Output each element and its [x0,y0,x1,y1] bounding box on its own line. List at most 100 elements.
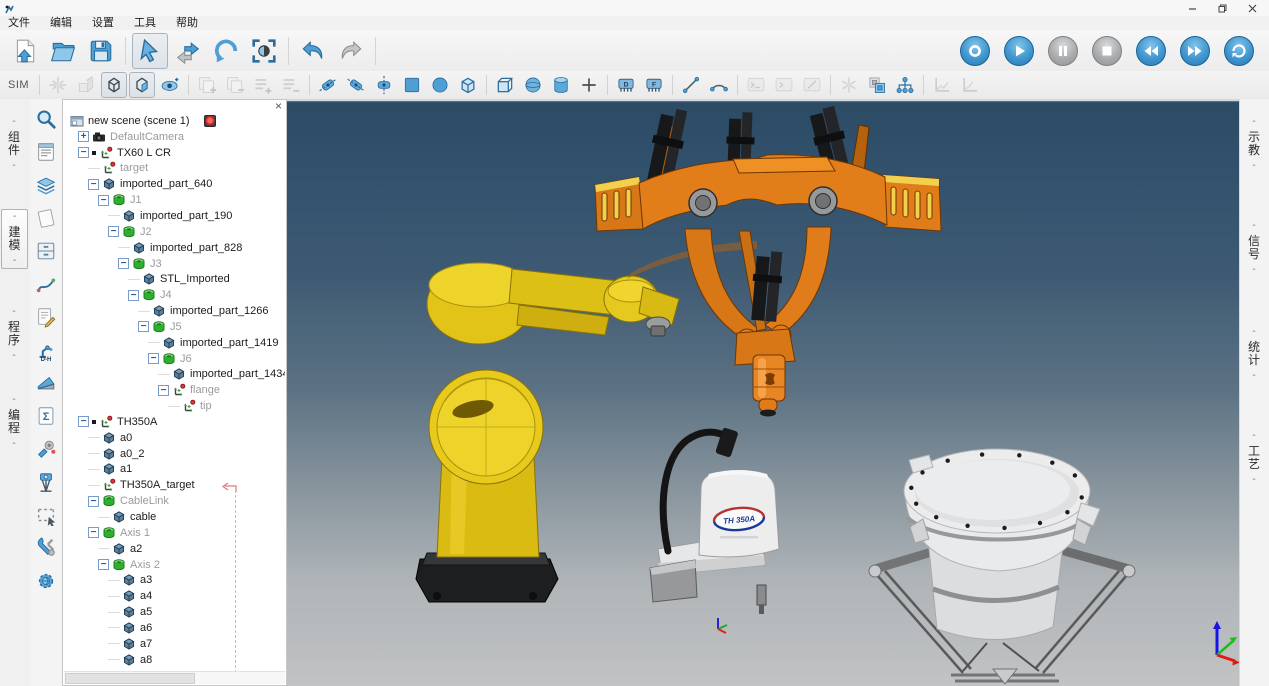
sheet-button[interactable] [34,206,58,230]
tree-item-defaultcamera[interactable]: +DefaultCamera [64,129,285,145]
section-view-button[interactable] [129,72,155,98]
expander-minus[interactable]: − [88,179,99,190]
tree-item-imported-part-1434[interactable]: imported_part_1434 [64,367,285,383]
save-file-button[interactable] [83,33,119,69]
console-2-button[interactable] [771,72,797,98]
show-hide-button[interactable] [157,72,183,98]
stop-button[interactable] [1092,36,1122,66]
robot-dh-button[interactable]: D-H [34,338,58,362]
tree-item-target[interactable]: target [64,161,285,177]
expander-minus[interactable]: − [78,416,89,427]
layers-stack-button[interactable] [34,173,58,197]
viewport-canvas[interactable]: TH 350A [287,99,1240,686]
undo-button[interactable] [295,33,331,69]
expander-plus[interactable]: + [78,131,89,142]
tree-item-cablelink[interactable]: −CableLink [64,493,285,509]
right-tab-4[interactable]: -工 艺- [1241,429,1267,487]
redo-button[interactable] [333,33,369,69]
create-ellipsoid-button[interactable] [520,72,546,98]
create-arc-button[interactable] [706,72,732,98]
tree-horizontal-scrollbar[interactable] [64,671,285,684]
expander-minus[interactable]: − [118,258,129,269]
expander-minus[interactable]: − [148,353,159,364]
menu-settings[interactable]: 设置 [92,16,114,30]
record-button[interactable] [960,36,990,66]
settings-gear-button[interactable] [34,569,58,593]
create-sphere-button[interactable] [427,72,453,98]
tree-item-j4[interactable]: −J4 [64,287,285,303]
tree-item-j2[interactable]: −J2 [64,224,285,240]
tree-item-imported-part-640[interactable]: −imported_part_640 [64,176,285,192]
drawer-button[interactable] [34,239,58,263]
device-d-button[interactable]: D [613,72,639,98]
right-tab-3[interactable]: -统 计- [1241,325,1267,383]
close-panel-icon[interactable]: × [275,99,282,113]
step-back-button[interactable] [1136,36,1166,66]
wireframe-view-button[interactable] [101,72,127,98]
expander-minus[interactable]: − [138,321,149,332]
rotate-tool-button[interactable] [208,33,244,69]
close-button[interactable] [1237,0,1267,16]
plot-b-button[interactable] [957,72,983,98]
snap-move-button[interactable] [73,72,99,98]
viewport-3d[interactable]: TH 350A [287,99,1240,686]
menu-file[interactable]: 文件 [8,16,30,30]
expander-minus[interactable]: − [88,527,99,538]
incline-button[interactable] [34,371,58,395]
manipulator-button[interactable] [45,72,71,98]
minimize-button[interactable] [1177,0,1207,16]
fit-view-button[interactable] [246,33,282,69]
select-tool-button[interactable] [132,33,168,69]
tree-item-cable[interactable]: cable [64,509,285,525]
calibration-camera-button[interactable] [34,470,58,494]
new-scene-button[interactable] [7,33,43,69]
tree-item-j3[interactable]: −J3 [64,256,285,272]
left-tab-4[interactable]: -编 程- [1,393,27,451]
tree-item-new-scene-scene-1[interactable]: new scene (scene 1) [64,113,285,129]
expander-minus[interactable]: − [98,195,109,206]
left-tab-3[interactable]: -程 序- [1,305,27,363]
tree-item-imported-part-828[interactable]: imported_part_828 [64,240,285,256]
model-bowl-on-frame[interactable] [869,449,1135,684]
properties-button[interactable] [34,140,58,164]
joint-axis-1-button[interactable] [315,72,341,98]
kinematic-tree-button[interactable] [892,72,918,98]
menu-tools[interactable]: 工具 [134,16,156,30]
tree-item-tx60-l-cr[interactable]: −TX60 L CR [64,145,285,161]
tree-item-a8[interactable]: a8 [64,652,285,668]
left-tab-1[interactable]: -组 件- [1,115,27,173]
tree-item-a3[interactable]: a3 [64,572,285,588]
tree-item-imported-part-1419[interactable]: imported_part_1419 [64,335,285,351]
create-plane-button[interactable] [399,72,425,98]
expander-minus[interactable]: − [108,226,119,237]
instance-link-button[interactable] [864,72,890,98]
list-add-button[interactable] [250,72,276,98]
scene-record-indicator[interactable] [204,115,216,127]
tree-item-j6[interactable]: −J6 [64,351,285,367]
console-3-button[interactable] [799,72,825,98]
tree-item-imported-part-190[interactable]: imported_part_190 [64,208,285,224]
device-f-button[interactable]: F [641,72,667,98]
model-gripper-fixture[interactable] [595,105,941,416]
plot-a-button[interactable] [929,72,955,98]
tree-item-a0-2[interactable]: a0_2 [64,446,285,462]
tree-item-a4[interactable]: a4 [64,588,285,604]
tree-item-axis-2[interactable]: −Axis 2 [64,557,285,573]
copy-add-button[interactable] [194,72,220,98]
joint-axis-3-button[interactable] [371,72,397,98]
right-tab-2[interactable]: -信 号- [1241,219,1267,277]
list-remove-button[interactable] [278,72,304,98]
sigma-doc-button[interactable]: Σ [34,404,58,428]
menu-edit[interactable]: 编辑 [50,16,72,30]
path-curve-button[interactable] [34,272,58,296]
scrollbar-thumb[interactable] [65,673,195,684]
console-1-button[interactable] [743,72,769,98]
tree-item-a1[interactable]: a1 [64,462,285,478]
tree-item-th350a-target[interactable]: TH350A_target [64,477,285,493]
model-six-axis-robot[interactable] [416,263,679,602]
step-forward-button[interactable] [1180,36,1210,66]
create-line-button[interactable] [678,72,704,98]
open-file-button[interactable] [45,33,81,69]
physics-button[interactable] [836,72,862,98]
expander-minus[interactable]: − [128,290,139,301]
